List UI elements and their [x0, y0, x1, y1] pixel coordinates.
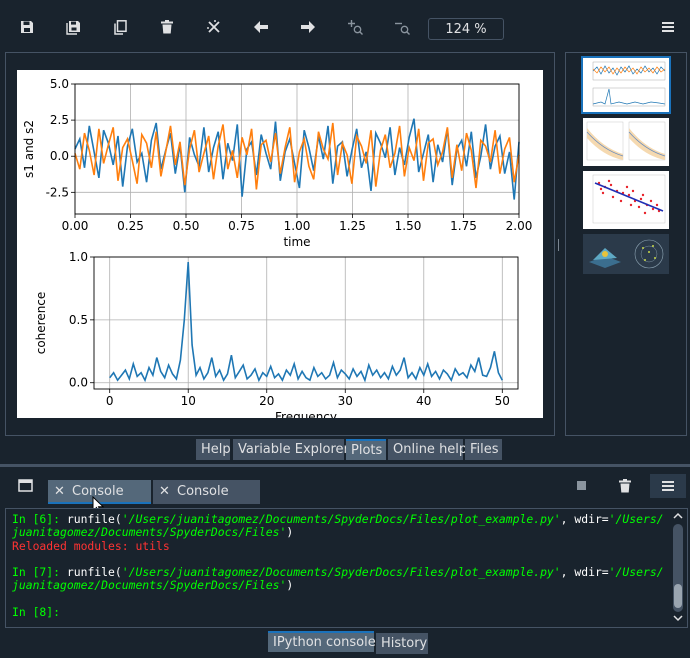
y-tick-label: 0.5 — [69, 313, 88, 327]
pane-divider[interactable] — [0, 464, 690, 467]
y-tick-label: 1.0 — [69, 250, 88, 264]
plots-toolbar: 124 % — [0, 0, 690, 52]
x-tick-label: 0.25 — [117, 219, 144, 233]
save-icon[interactable] — [14, 14, 40, 40]
y-tick-label: 0.0 — [50, 149, 69, 163]
console-options-button[interactable] — [650, 474, 686, 498]
tab-history[interactable]: History — [376, 633, 428, 654]
remove-variables-icon[interactable] — [619, 478, 631, 497]
console-line: juanitagomez/Documents/SpyderDocs/Files'… — [12, 578, 294, 593]
tab-online-help-label: Online help — [393, 442, 468, 457]
console-line: In [6]: runfile('/Users/juanitagomez/Doc… — [12, 512, 664, 526]
next-icon[interactable] — [295, 14, 321, 40]
tab-help-label: Help — [201, 442, 231, 457]
x-axis-label: time — [283, 235, 310, 249]
console-line: Reloaded modules: utils — [12, 538, 170, 553]
browse-tabs-icon[interactable] — [18, 478, 34, 497]
x-tick-label: 0.75 — [228, 219, 255, 233]
tab-ipython-console[interactable]: IPython console — [268, 631, 376, 652]
previous-icon[interactable] — [248, 14, 274, 40]
y-tick-label: 0.0 — [69, 376, 88, 390]
close-icon[interactable]: ✕ — [54, 480, 65, 504]
tab-online-help[interactable]: Online help — [388, 439, 467, 460]
y-tick-label: 2.5 — [50, 113, 69, 127]
console-line: juanitagomez/Documents/SpyderDocs/Files'… — [12, 525, 294, 540]
zoom-level-display[interactable]: 124 % — [428, 18, 504, 40]
tab-variable-explorer[interactable]: Variable Explorer — [233, 439, 349, 460]
tab-variable-explorer-label: Variable Explorer — [238, 442, 349, 457]
tab-history-label: History — [381, 636, 428, 651]
options-menu-icon[interactable] — [655, 14, 681, 40]
save-all-icon[interactable] — [60, 14, 86, 40]
y-tick-label: -2.5 — [46, 185, 69, 199]
options-menu-icon — [662, 481, 674, 491]
tab-files[interactable]: Files — [465, 439, 502, 460]
thumbnail-1[interactable] — [581, 56, 671, 114]
console-scrollbar[interactable] — [671, 512, 685, 624]
copy-icon[interactable] — [107, 14, 133, 40]
y-axis-label: coherence — [34, 292, 48, 355]
x-tick-label: 40 — [416, 394, 431, 408]
zoom-out-icon[interactable] — [389, 14, 415, 40]
x-tick-label: 1.50 — [395, 219, 422, 233]
x-tick-label: 1.25 — [339, 219, 366, 233]
series-line-1 — [109, 261, 504, 383]
tab-plots[interactable]: Plots — [346, 439, 386, 460]
zoom-in-icon[interactable] — [342, 14, 368, 40]
figure-canvas: 0.00 0.25 0.50 0.75 1.00 1.25 1.50 1.75 2.00 5.0 2… — [17, 70, 543, 424]
console-line: In [7]: runfile('/Users/juanitagomez/Doc… — [12, 565, 664, 580]
x-tick-label: 1.00 — [284, 219, 311, 233]
tab-plots-label: Plots — [351, 443, 383, 458]
y-tick-label: 5.0 — [50, 77, 69, 91]
x-tick-label: 0.00 — [62, 219, 89, 233]
x-tick-label: 10 — [181, 394, 196, 408]
figure-svg: 0.00 0.25 0.50 0.75 1.00 1.25 1.50 1.75 2.005.02… — [22, 77, 533, 424]
thumbnail-4[interactable] — [583, 234, 669, 274]
x-tick-label: 2.00 — [506, 219, 533, 233]
delete-all-icon[interactable] — [201, 14, 227, 40]
x-tick-label: 1.75 — [450, 219, 477, 233]
thumbnail-3[interactable] — [583, 171, 669, 229]
x-tick-label: 0 — [106, 394, 114, 408]
thumbnail-2[interactable] — [583, 118, 669, 166]
x-tick-label: 20 — [259, 394, 274, 408]
x-tick-label: 30 — [338, 394, 353, 408]
splitter-handle[interactable] — [557, 236, 561, 251]
close-icon[interactable]: ✕ — [159, 480, 170, 504]
stop-icon[interactable] — [577, 481, 586, 490]
console-prompt-line[interactable]: In [8]: — [12, 605, 681, 619]
delete-icon[interactable] — [154, 14, 180, 40]
tab-help[interactable]: Help — [196, 439, 231, 460]
tab-files-label: Files — [470, 442, 499, 457]
x-tick-label: 0.50 — [173, 219, 200, 233]
ipython-console[interactable]: In [6]: runfile('/Users/juanitagomez/Doc… — [5, 508, 688, 628]
x-tick-label: 50 — [495, 394, 510, 408]
y-axis-label: s1 and s2 — [22, 120, 36, 178]
x-axis-label: Frequency — [275, 410, 337, 418]
tab-ipython-console-label: IPython console — [273, 635, 376, 650]
console-tab-2[interactable]: ✕ Console 2/A — [153, 480, 260, 523]
